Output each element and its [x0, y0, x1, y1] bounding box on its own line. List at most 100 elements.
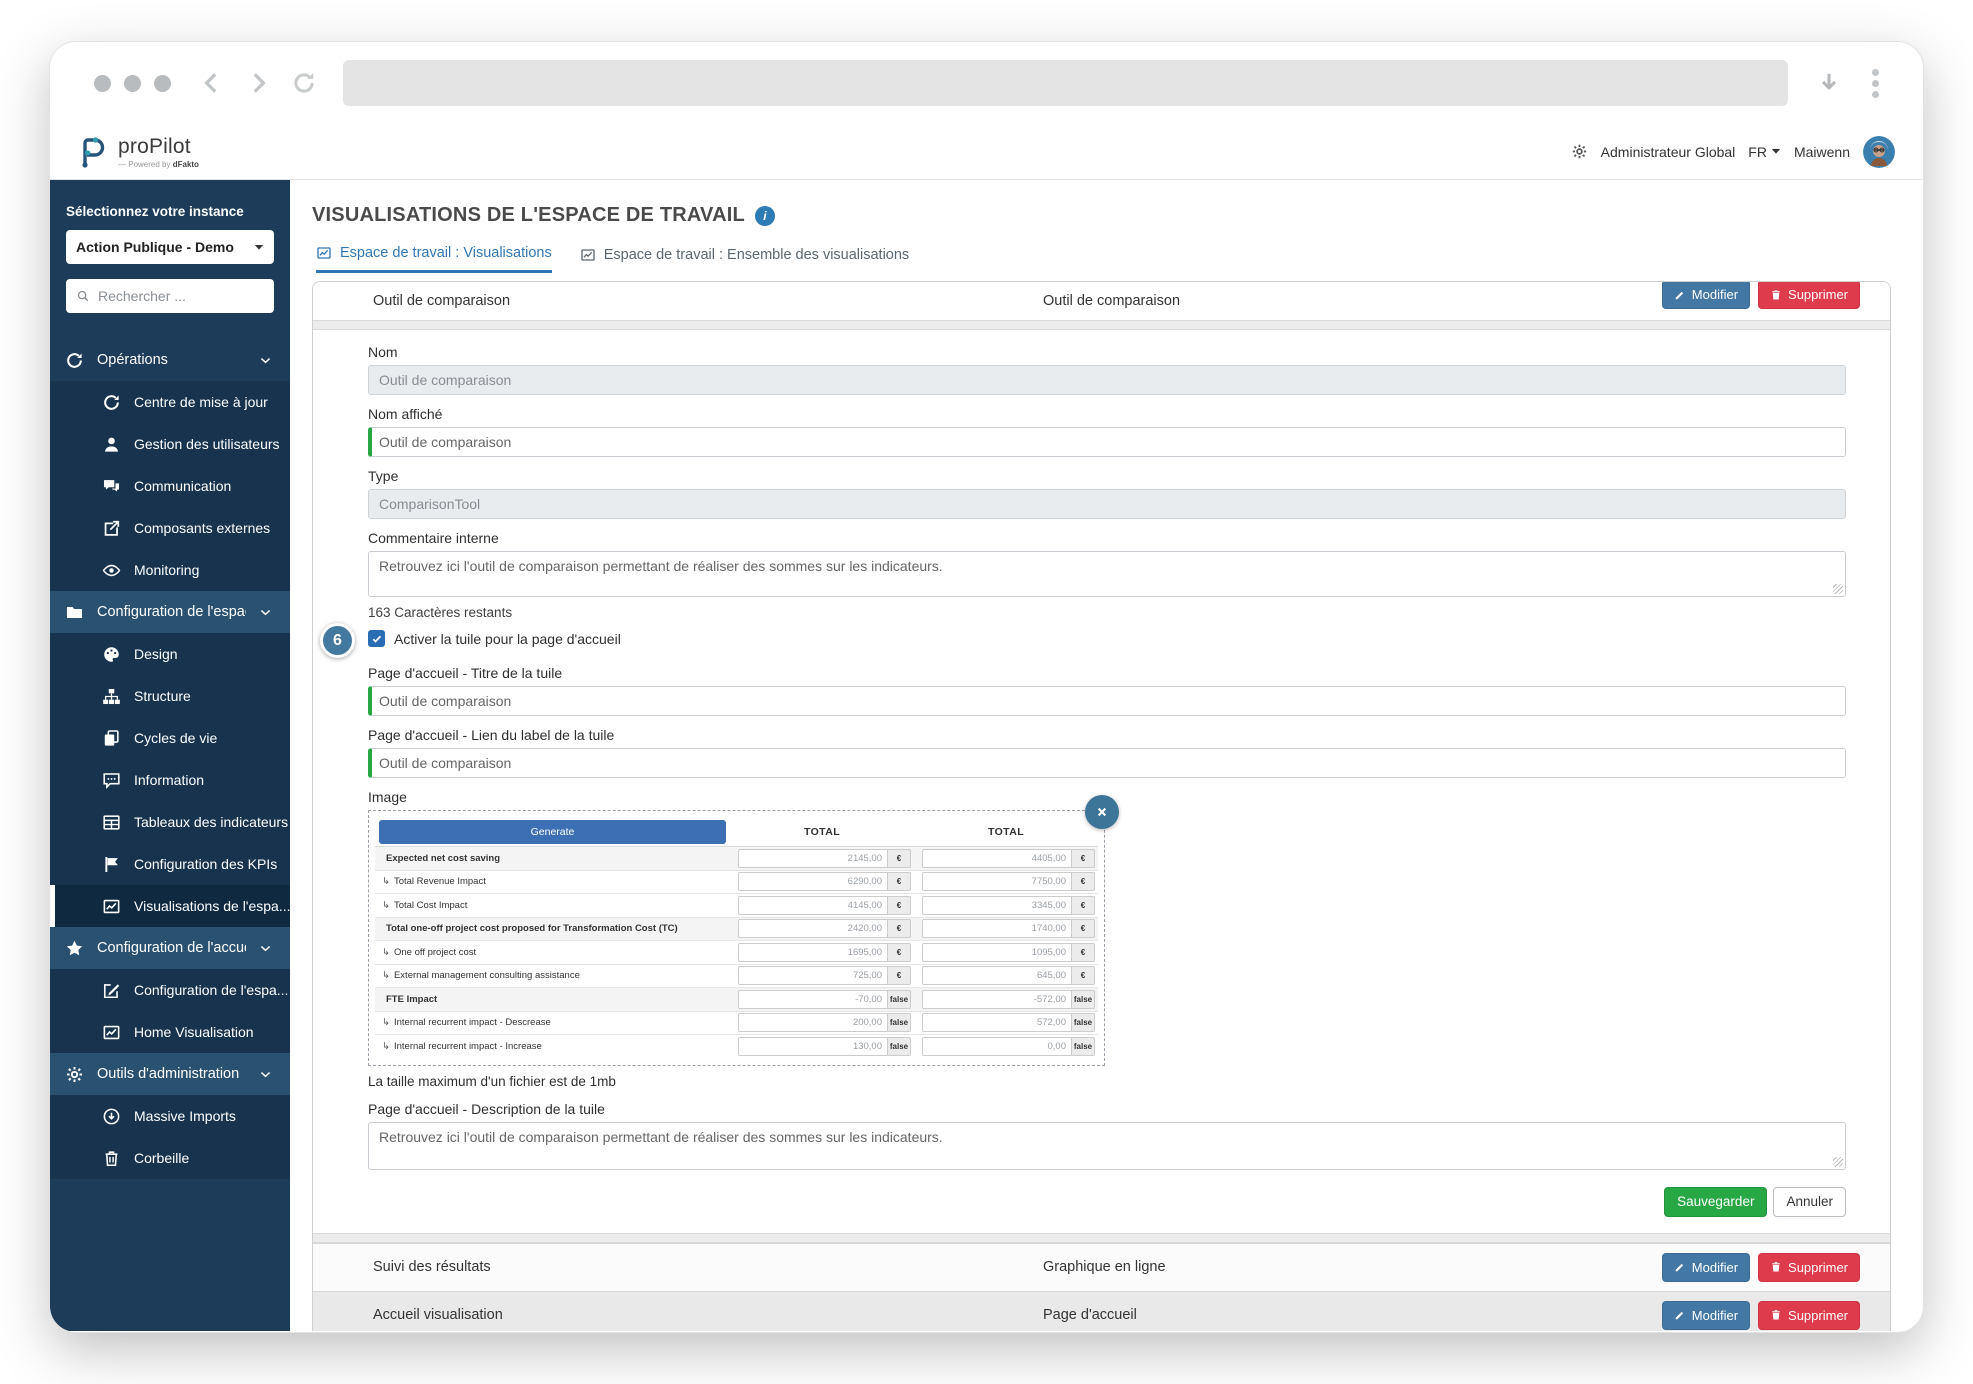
sidebar-item-home-visualisation[interactable]: Home Visualisation: [50, 1011, 290, 1053]
tab-ensemble-visualisations[interactable]: Espace de travail : Ensemble des visuali…: [580, 245, 909, 273]
avatar[interactable]: [1863, 136, 1895, 168]
nom-affiche-label: Nom affiché: [368, 406, 1846, 422]
modifier-button[interactable]: Modifier: [1662, 1253, 1750, 1282]
search-placeholder: Rechercher ...: [98, 288, 186, 304]
sidebar-item-cycles-de-vie[interactable]: Cycles de vie: [50, 717, 290, 759]
sidebar-section-configuration-espace[interactable]: Configuration de l'espace de ...: [50, 591, 290, 633]
sidebar-item-composants-externes[interactable]: Composants externes: [50, 507, 290, 549]
commentaire-label: Commentaire interne: [368, 530, 1846, 546]
flag-icon: [102, 855, 121, 874]
table-row[interactable]: Suivi des résultats Graphique en ligne M…: [313, 1243, 1890, 1291]
modifier-button[interactable]: Modifier: [1662, 1301, 1750, 1330]
trash-icon: [1770, 289, 1782, 301]
supprimer-button[interactable]: Supprimer: [1758, 1253, 1860, 1282]
tile-checkbox[interactable]: [368, 630, 385, 647]
nom-label: Nom: [368, 344, 1846, 360]
user-icon: [102, 435, 121, 454]
sidebar-item-information[interactable]: Information: [50, 759, 290, 801]
preview-table-row: ↳Total Cost Impact 4145,00€ 3345,00€: [375, 894, 1098, 918]
pencil-icon: [1674, 289, 1686, 301]
sidebar-item-visualisations-espace[interactable]: Visualisations de l'espa...: [50, 885, 290, 927]
sidebar-section-outils-administration[interactable]: Outils d'administration: [50, 1053, 290, 1095]
lien-tuile-input[interactable]: Outil de comparaison: [368, 748, 1846, 778]
sidebar-item-tableaux-des-indicateurs[interactable]: Tableaux des indicateurs: [50, 801, 290, 843]
edit-form: Nom Outil de comparaison Nom affiché Out…: [313, 330, 1890, 1233]
app-header: proPilot — Powered by dFakto Administrat…: [50, 124, 1923, 180]
supprimer-button[interactable]: Supprimer: [1758, 1301, 1860, 1330]
folder-icon: [65, 603, 84, 622]
tabs: Espace de travail : Visualisations Espac…: [316, 245, 1891, 273]
download-circle-icon: [102, 1107, 121, 1126]
description-textarea[interactable]: Retrouvez ici l'outil de comparaison per…: [368, 1122, 1846, 1170]
info-icon[interactable]: i: [755, 206, 775, 226]
annuler-button[interactable]: Annuler: [1773, 1187, 1846, 1217]
sidebar-item-centre-de-mise-a-jour[interactable]: Centre de mise à jour: [50, 381, 290, 423]
sidebar-item-corbeille[interactable]: Corbeille: [50, 1137, 290, 1179]
sidebar-item-massive-imports[interactable]: Massive Imports: [50, 1095, 290, 1137]
forward-icon[interactable]: [245, 70, 271, 96]
gear-icon: [65, 1065, 84, 1084]
sidebar: Sélectionnez votre instance Action Publi…: [50, 180, 290, 1331]
total-column-header: TOTAL: [914, 826, 1098, 838]
image-preview: Generate TOTAL TOTAL Expected net cost s…: [368, 810, 1105, 1066]
brand-tagline: — Powered by dFakto: [118, 160, 199, 169]
user-role: Administrateur Global: [1601, 144, 1736, 160]
refresh-icon[interactable]: [291, 70, 317, 96]
propilot-logo-icon: [76, 134, 110, 170]
sidebar-section-configuration-accueil[interactable]: Configuration de l'accueil: [50, 927, 290, 969]
window-dot[interactable]: [124, 75, 141, 92]
download-icon[interactable]: [1816, 70, 1842, 96]
settings-gear-icon[interactable]: [1571, 143, 1588, 160]
menu-kebab-icon[interactable]: [1872, 69, 1879, 98]
back-icon[interactable]: [199, 70, 225, 96]
window-dot[interactable]: [94, 75, 111, 92]
comment-icon: [102, 771, 121, 790]
search-input[interactable]: Rechercher ...: [66, 279, 274, 313]
url-bar[interactable]: [343, 60, 1788, 106]
row-name: Outil de comparaison: [313, 293, 1043, 309]
sidebar-section-operations[interactable]: Opérations: [50, 339, 290, 381]
sidebar-item-design[interactable]: Design: [50, 633, 290, 675]
browser-chrome: [50, 42, 1923, 124]
sauvegarder-button[interactable]: Sauvegarder: [1664, 1187, 1767, 1217]
type-input: ComparisonTool: [368, 489, 1846, 519]
titre-tuile-input[interactable]: Outil de comparaison: [368, 686, 1846, 716]
app-logo: proPilot — Powered by dFakto: [76, 134, 199, 170]
caret-down-icon: [1771, 148, 1781, 155]
preview-table-row: Total one-off project cost proposed for …: [375, 918, 1098, 942]
sidebar-item-structure[interactable]: Structure: [50, 675, 290, 717]
nom-affiche-input[interactable]: Outil de comparaison: [368, 427, 1846, 457]
tab-espace-visualisations[interactable]: Espace de travail : Visualisations: [316, 245, 552, 273]
window-dot[interactable]: [154, 75, 171, 92]
chevron-down-icon: [259, 606, 272, 619]
visualisations-panel: Outil de comparaison Outil de comparaiso…: [312, 281, 1891, 1331]
tile-checkbox-label[interactable]: Activer la tuile pour la page d'accueil: [394, 631, 621, 647]
sidebar-item-gestion-des-utilisateurs[interactable]: Gestion des utilisateurs: [50, 423, 290, 465]
table-row-expanded-header[interactable]: Outil de comparaison Outil de comparaiso…: [313, 282, 1890, 320]
remove-image-button[interactable]: [1085, 795, 1119, 829]
preview-table-row: FTE Impact -70,00false -572,00false: [375, 988, 1098, 1012]
divider: [313, 1233, 1890, 1243]
sidebar-item-monitoring[interactable]: Monitoring: [50, 549, 290, 591]
sidebar-item-communication[interactable]: Communication: [50, 465, 290, 507]
commentaire-textarea[interactable]: Retrouvez ici l'outil de comparaison per…: [368, 551, 1846, 597]
trash-icon: [102, 1149, 121, 1168]
instance-select[interactable]: Action Publique - Demo: [66, 230, 274, 264]
supprimer-button[interactable]: Supprimer: [1758, 281, 1860, 309]
row-type: Outil de comparaison: [1043, 293, 1662, 309]
window-controls: [94, 75, 171, 92]
sidebar-item-configuration-espace-accueil[interactable]: Configuration de l'espa...: [50, 969, 290, 1011]
preview-table-row: Expected net cost saving 2145,00€ 4405,0…: [375, 847, 1098, 871]
preview-table-row: ↳External management consulting assistan…: [375, 965, 1098, 989]
palette-icon: [102, 645, 121, 664]
row-type: Graphique en ligne: [1043, 1259, 1662, 1275]
language-selector[interactable]: FR: [1748, 144, 1781, 160]
brand-name: proPilot: [118, 135, 199, 159]
chart-line-icon: [102, 897, 121, 916]
sync-icon: [102, 393, 121, 412]
sidebar-item-configuration-des-kpis[interactable]: Configuration des KPIs: [50, 843, 290, 885]
table-row[interactable]: Accueil visualisation Page d'accueil Mod…: [313, 1291, 1890, 1332]
star-icon: [65, 939, 84, 958]
modifier-button[interactable]: Modifier: [1662, 281, 1750, 309]
trash-icon: [1770, 1309, 1782, 1321]
